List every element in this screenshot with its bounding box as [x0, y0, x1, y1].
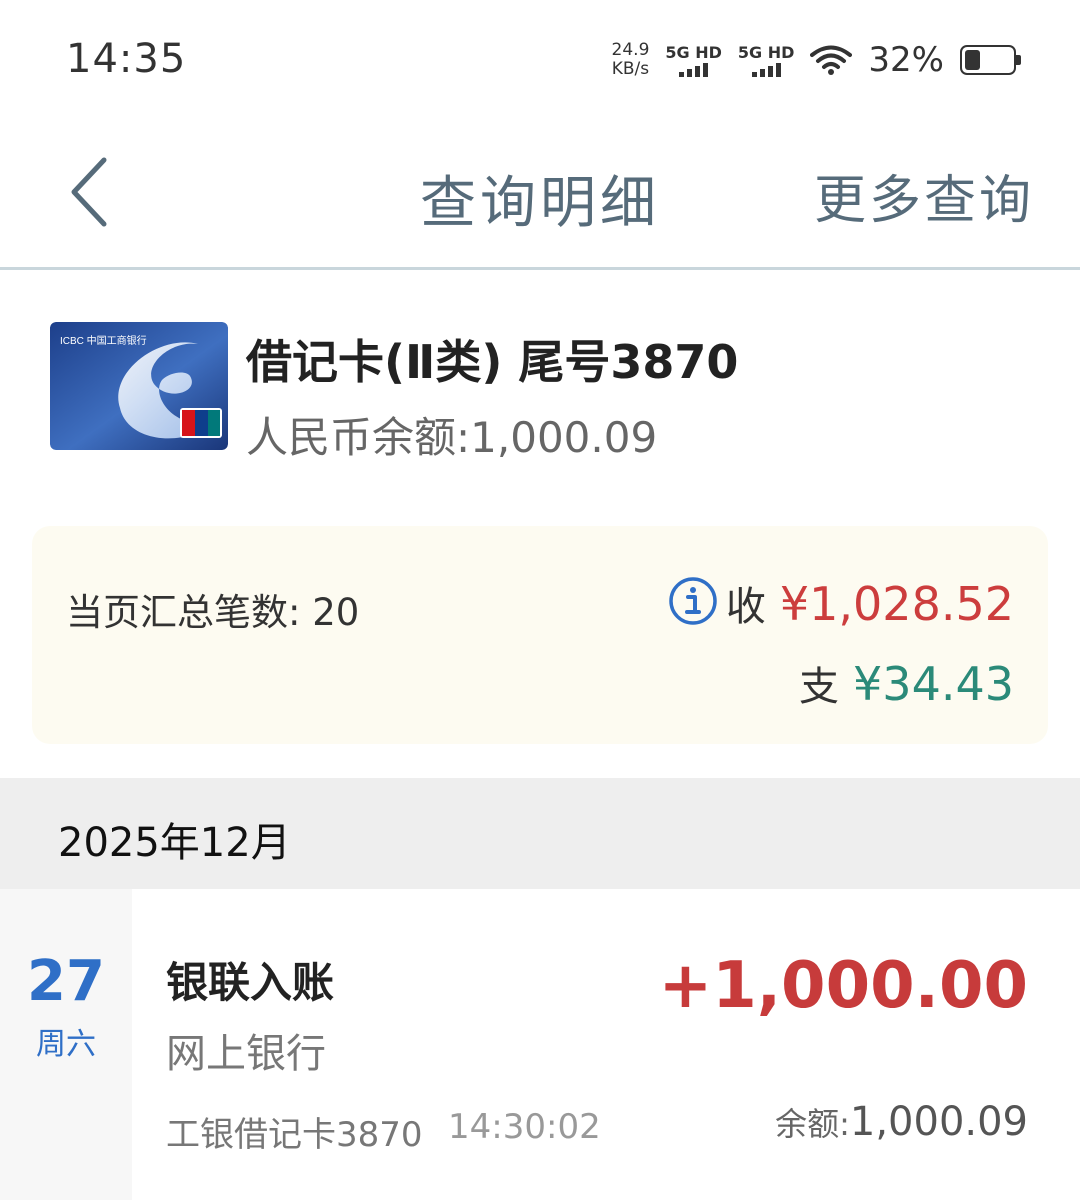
status-bar: 14:35 24.9 KB/s 5G HD 5G HD 32%: [0, 0, 1080, 118]
expense-label: 支: [799, 664, 840, 710]
transaction-balance-value: 1,000.09: [849, 1099, 1028, 1145]
transaction-title: 银联入账: [166, 958, 335, 1007]
transaction-day: 27: [27, 949, 105, 1014]
transaction-date: 27 周六: [0, 889, 132, 1200]
network-speed: 24.9 KB/s: [612, 41, 650, 79]
svg-text:ICBC 中国工商银行: ICBC 中国工商银行: [60, 334, 147, 347]
transaction-amount: +1,000.00: [658, 949, 1028, 1023]
account-info: ICBC 中国工商银行 借记卡(Ⅱ类) 尾号3870 人民币余额:1,000.0…: [0, 272, 1080, 512]
month-header: 2025年12月: [0, 778, 1080, 889]
sim1-signal-icon: 5G HD: [665, 44, 722, 77]
sim2-label: 5G HD: [737, 42, 795, 62]
expense-row: 支 ¥34.43: [799, 654, 1014, 712]
battery-percent: 32%: [868, 40, 944, 80]
income-row: 收 ¥1,028.52: [726, 574, 1014, 632]
status-time: 14:35: [66, 36, 187, 82]
transaction-item[interactable]: 27 周六 银联入账 网上银行 工银借记卡3870 14:30:02 +1,00…: [0, 889, 1080, 1200]
sim2-signal-icon: 5G HD: [737, 42, 795, 77]
info-icon[interactable]: [668, 576, 718, 626]
battery-fill: [965, 50, 980, 70]
transaction-balance-label: 余额:: [775, 1105, 850, 1143]
network-speed-value: 24.9: [611, 40, 650, 60]
page-summary: 当页汇总笔数: 20 收 ¥1,028.52 支 ¥34.43: [32, 526, 1048, 744]
transaction-channel: 网上银行: [166, 1031, 326, 1077]
sim1-label: 5G HD: [665, 42, 722, 62]
status-icons: 24.9 KB/s 5G HD 5G HD 32%: [612, 38, 1021, 82]
more-query-button[interactable]: 更多查询: [814, 158, 1034, 233]
battery-icon: [960, 45, 1021, 75]
card-name: 借记卡(Ⅱ类) 尾号3870: [246, 335, 739, 389]
network-speed-unit: KB/s: [611, 59, 650, 79]
income-amount: ¥1,028.52: [779, 577, 1014, 631]
wifi-icon: [810, 45, 853, 75]
bank-card-image: ICBC 中国工商银行: [50, 322, 228, 450]
transaction-card: 工银借记卡3870: [166, 1115, 423, 1155]
transaction-weekday: 周六: [36, 1027, 96, 1062]
income-label: 收: [725, 584, 766, 630]
month-label: 2025年12月: [58, 820, 291, 866]
summary-count: 当页汇总笔数: 20: [66, 591, 360, 634]
expense-amount: ¥34.43: [853, 657, 1014, 711]
page-header: 查询明细 更多查询: [0, 118, 1080, 270]
account-balance: 人民币余额:1,000.09: [246, 413, 658, 462]
transaction-time: 14:30:02: [448, 1107, 601, 1147]
transaction-balance: 余额: 1,000.09: [775, 1099, 1028, 1145]
